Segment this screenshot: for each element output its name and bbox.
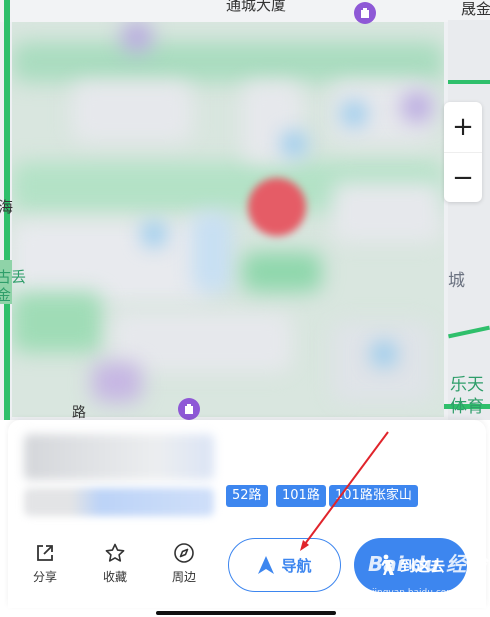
star-icon — [105, 543, 125, 562]
favorite-label: 收藏 — [102, 570, 127, 584]
map-label-road: 路 — [72, 405, 86, 420]
map-label-place: 城 — [448, 271, 465, 291]
place-detail-card: 52路 101路 101路张家山 分享 收藏 周边 导航 到这去 — [8, 420, 486, 608]
go-here-label: 到这去 — [399, 556, 445, 575]
share-label: 分享 — [32, 570, 57, 584]
action-bar: 分享 收藏 周边 导航 到这去 — [8, 538, 486, 598]
bus-route-tag[interactable]: 52路 — [226, 485, 268, 507]
zoom-control: + − — [444, 102, 482, 202]
bus-route-tag[interactable]: 101路张家山 — [329, 485, 418, 507]
map-label-building: 晟金 — [461, 0, 490, 18]
map-view[interactable]: 通城大厦 晟金 海 城 乐天 体育 古丢 金 路 + − — [0, 0, 490, 420]
blurred-place-title — [24, 434, 214, 480]
map-label-building: 通城大厦 — [226, 0, 287, 14]
map-road-green — [448, 80, 490, 84]
building-poi-icon[interactable] — [178, 398, 200, 420]
bus-route-tag[interactable]: 101路 — [276, 485, 326, 507]
map-label-place: 体育 — [450, 397, 484, 417]
share-button[interactable]: 分享 — [20, 538, 70, 585]
blurred-map-region — [12, 22, 444, 417]
building-poi-icon[interactable] — [354, 2, 376, 24]
blurred-place-subtitle — [24, 488, 214, 516]
location-pin — [248, 178, 306, 236]
nearby-button[interactable]: 周边 — [159, 538, 209, 585]
navigation-arrow-icon — [258, 556, 275, 574]
map-label-place: 古丢 金 — [0, 268, 27, 304]
walking-person-icon — [380, 554, 394, 575]
navigate-label: 导航 — [281, 556, 312, 575]
home-indicator[interactable] — [156, 611, 336, 615]
zoom-out-button[interactable]: − — [444, 152, 482, 202]
zoom-in-button[interactable]: + — [444, 102, 482, 152]
go-here-button[interactable]: 到这去 — [354, 538, 467, 592]
map-label-place: 海 — [0, 198, 14, 216]
favorite-button[interactable]: 收藏 — [90, 538, 140, 585]
share-icon — [37, 545, 53, 561]
compass-icon — [174, 543, 194, 563]
nearby-label: 周边 — [171, 570, 196, 584]
navigate-button[interactable]: 导航 — [228, 538, 341, 592]
